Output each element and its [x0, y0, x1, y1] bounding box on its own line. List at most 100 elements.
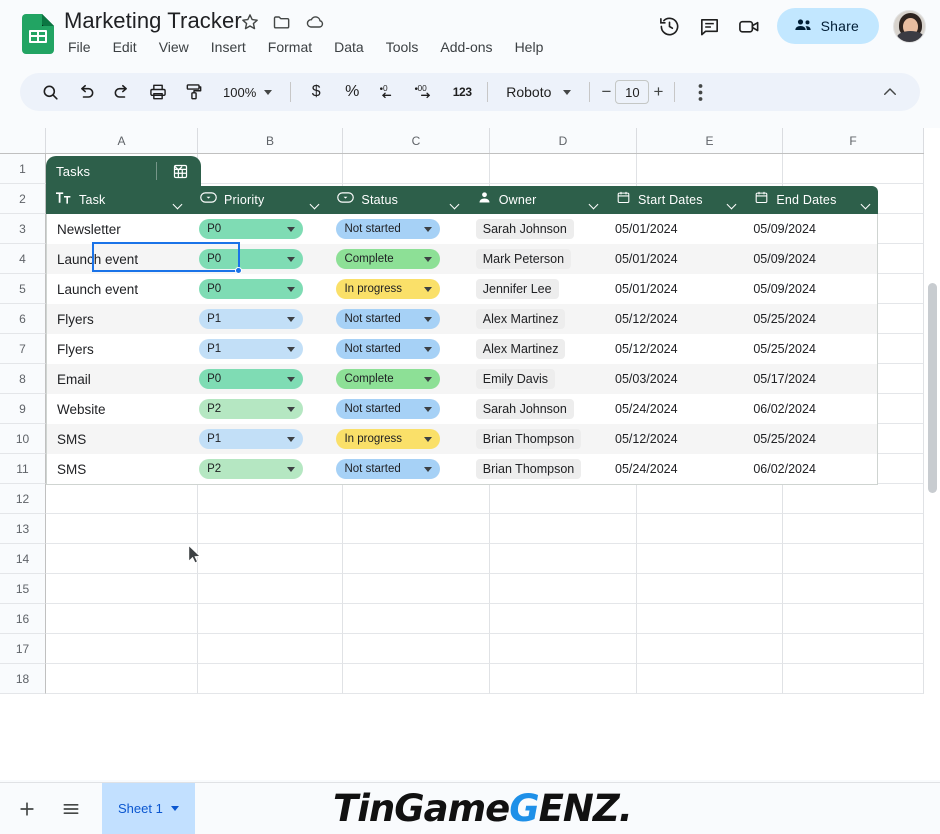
- grid-cell[interactable]: [198, 544, 343, 574]
- priority-chip[interactable]: P0: [199, 249, 304, 269]
- table-column-start-dates[interactable]: Start Dates: [606, 186, 744, 214]
- menu-item-tools[interactable]: Tools: [384, 36, 421, 58]
- grid-cell[interactable]: [490, 514, 637, 544]
- column-header-c[interactable]: C: [343, 128, 490, 153]
- menu-item-addons[interactable]: Add-ons: [438, 36, 494, 58]
- table-cell-task[interactable]: Flyers: [47, 304, 189, 334]
- vertical-scrollbar[interactable]: [927, 283, 938, 834]
- grid-cell[interactable]: [46, 544, 198, 574]
- chevron-up-icon[interactable]: [875, 77, 905, 107]
- priority-chip[interactable]: P0: [199, 279, 304, 299]
- share-button[interactable]: Share: [776, 8, 879, 44]
- table-cell-owner[interactable]: Brian Thompson: [466, 424, 605, 454]
- table-cell-owner[interactable]: Alex Martinez: [466, 334, 605, 364]
- comment-icon[interactable]: [697, 13, 723, 39]
- status-chip[interactable]: In progress: [336, 279, 441, 299]
- table-cell-start-date[interactable]: 05/12/2024: [605, 334, 743, 364]
- cloud-icon[interactable]: [304, 12, 324, 32]
- three-dot-menu-icon[interactable]: [685, 77, 715, 107]
- chevron-down-icon[interactable]: [860, 195, 871, 213]
- grid-cell[interactable]: [783, 664, 924, 694]
- grid-cell[interactable]: [198, 484, 343, 514]
- status-chip[interactable]: Not started: [336, 309, 441, 329]
- menu-item-view[interactable]: View: [157, 36, 191, 58]
- status-chip[interactable]: Complete: [336, 369, 441, 389]
- grid-cell[interactable]: [343, 604, 490, 634]
- grid-cell[interactable]: [490, 634, 637, 664]
- table-column-owner[interactable]: Owner: [467, 186, 606, 214]
- grid-cell[interactable]: [343, 634, 490, 664]
- row-header-13[interactable]: 13: [0, 514, 46, 544]
- grid-cell[interactable]: [637, 574, 783, 604]
- grid-cell[interactable]: [343, 574, 490, 604]
- table-cell-priority[interactable]: P1: [189, 424, 326, 454]
- grid-cell[interactable]: [637, 514, 783, 544]
- row-header-14[interactable]: 14: [0, 544, 46, 574]
- table-cell-task[interactable]: SMS: [47, 454, 189, 484]
- chevron-down-icon[interactable]: [588, 195, 599, 213]
- table-cell-owner[interactable]: Emily Davis: [466, 364, 605, 394]
- menu-item-data[interactable]: Data: [332, 36, 366, 58]
- grid-cell[interactable]: [46, 484, 198, 514]
- row-header-16[interactable]: 16: [0, 604, 46, 634]
- table-cell-owner[interactable]: Alex Martinez: [466, 304, 605, 334]
- sheet-tab-sheet1[interactable]: Sheet 1: [102, 782, 195, 834]
- priority-chip[interactable]: P2: [199, 399, 304, 419]
- chevron-down-icon[interactable]: [170, 806, 179, 811]
- video-camera-icon[interactable]: [737, 13, 763, 39]
- chevron-down-icon[interactable]: [424, 316, 433, 322]
- undo-icon[interactable]: [71, 77, 101, 107]
- table-row[interactable]: Website P2 Not started Sarah Johnson 05/24/2…: [47, 394, 877, 424]
- table-cell-owner[interactable]: Sarah Johnson: [466, 394, 605, 424]
- table-row[interactable]: Flyers P1 Not started Alex Martinez 05/12/20…: [47, 334, 877, 364]
- status-chip[interactable]: Not started: [336, 219, 441, 239]
- grid-cell[interactable]: [46, 604, 198, 634]
- column-header-d[interactable]: D: [490, 128, 637, 153]
- font-size-input[interactable]: 10: [615, 80, 650, 104]
- table-cell-status[interactable]: In progress: [326, 274, 465, 304]
- zoom-level-selector[interactable]: 100%: [215, 77, 280, 107]
- table-cell-owner[interactable]: Jennifer Lee: [466, 274, 605, 304]
- table-name-tab[interactable]: Tasks: [46, 156, 201, 186]
- chevron-down-icon[interactable]: [309, 195, 320, 213]
- priority-chip[interactable]: P2: [199, 459, 304, 479]
- priority-chip[interactable]: P1: [199, 429, 304, 449]
- table-row[interactable]: Flyers P1 Not started Alex Martinez 05/12/20…: [47, 304, 877, 334]
- grid-cell[interactable]: [343, 514, 490, 544]
- table-cell-owner[interactable]: Sarah Johnson: [466, 214, 605, 244]
- table-cell-end-date[interactable]: 05/09/2024: [743, 244, 877, 274]
- table-cell-priority[interactable]: P0: [189, 274, 326, 304]
- chevron-down-icon[interactable]: [424, 376, 433, 382]
- table-row[interactable]: Launch event P0 Complete Mark Peterson 05/01…: [47, 244, 877, 274]
- chevron-down-icon[interactable]: [424, 466, 433, 472]
- redo-icon[interactable]: [107, 77, 137, 107]
- row-header-18[interactable]: 18: [0, 664, 46, 694]
- table-cell-start-date[interactable]: 05/03/2024: [605, 364, 743, 394]
- table-row[interactable]: SMS P1 In progress Brian Thompson 05/12/2024…: [47, 424, 877, 454]
- grid-cell[interactable]: [490, 484, 637, 514]
- table-row[interactable]: Launch event P0 In progress Jennifer Lee 05/…: [47, 274, 877, 304]
- chevron-down-icon[interactable]: [287, 436, 296, 442]
- more-formats-button[interactable]: 123: [447, 77, 477, 107]
- table-cell-start-date[interactable]: 05/01/2024: [605, 244, 743, 274]
- row-header-5[interactable]: 5: [0, 274, 46, 304]
- chevron-down-icon[interactable]: [287, 466, 296, 472]
- star-icon[interactable]: [240, 12, 260, 32]
- table-cell-priority[interactable]: P2: [189, 454, 326, 484]
- priority-chip[interactable]: P1: [199, 309, 304, 329]
- chevron-down-icon[interactable]: [424, 406, 433, 412]
- table-column-status[interactable]: Status: [327, 186, 466, 214]
- table-cell-status[interactable]: Complete: [326, 244, 465, 274]
- avatar[interactable]: [893, 9, 926, 43]
- grid-cell[interactable]: [490, 544, 637, 574]
- chevron-down-icon[interactable]: [287, 256, 296, 262]
- chevron-down-icon[interactable]: [287, 226, 296, 232]
- status-chip[interactable]: Not started: [336, 339, 441, 359]
- grid-cell[interactable]: [783, 574, 924, 604]
- table-cell-start-date[interactable]: 05/12/2024: [605, 424, 743, 454]
- row-header-10[interactable]: 10: [0, 424, 46, 454]
- table-cell-status[interactable]: Not started: [326, 214, 465, 244]
- status-chip[interactable]: Not started: [336, 459, 441, 479]
- grid-cell[interactable]: [637, 484, 783, 514]
- table-cell-end-date[interactable]: 05/25/2024: [743, 424, 877, 454]
